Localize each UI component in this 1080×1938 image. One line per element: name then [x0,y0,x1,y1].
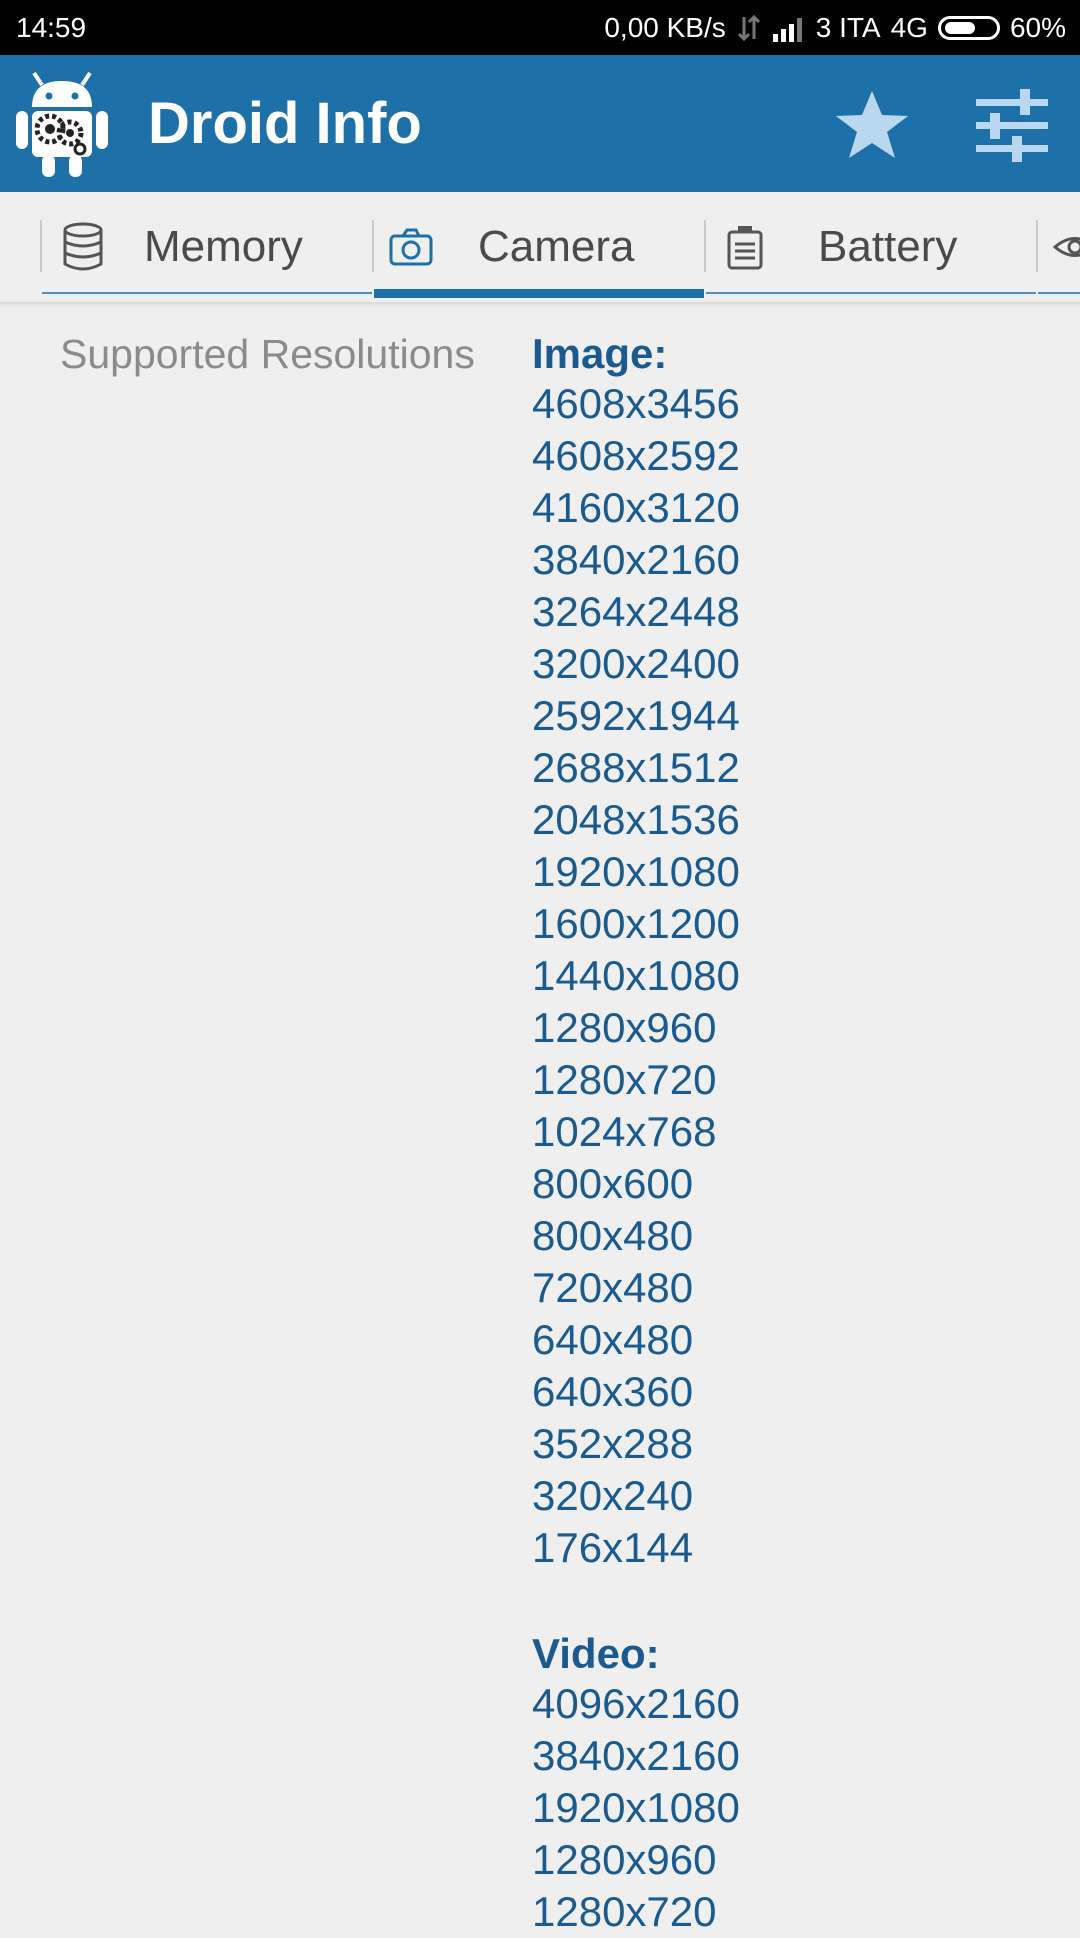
image-resolution-item: 2688x1512 [532,744,740,791]
battery-status-icon [937,15,1000,40]
image-resolution-item: 3264x2448 [532,588,740,635]
status-time: 14:59 [16,12,87,43]
tab-memory-label: Memory [144,222,303,271]
android-gears-logo-icon [16,71,108,177]
image-resolution-item: 720x480 [532,1264,694,1311]
tab-memory[interactable]: Memory [42,192,372,302]
image-resolution-item: 1280x720 [532,1056,717,1103]
image-resolution-item: 4608x2592 [532,432,740,479]
tab-memory-underline [42,292,372,294]
star-icon[interactable] [832,85,912,165]
image-resolution-item: 800x480 [532,1212,694,1259]
status-icons: 0,00 KB/s 3 ITA 4G 60% [604,0,1066,55]
video-resolution-item: 1920x1080 [532,1784,740,1831]
battery-icon [727,226,763,270]
image-resolution-item: 640x360 [532,1368,694,1415]
supported-resolutions-label: Supported Resolutions [60,331,475,377]
eye-icon [1052,237,1080,257]
image-resolution-item: 2592x1944 [532,692,740,739]
data-transfer-icon [736,13,762,43]
tab-battery-underline [706,292,1036,294]
video-resolutions: 4096x2160 3840x2160 1920x1080 1280x960 1280x… [532,1678,740,1938]
image-resolution-item: 352x288 [532,1420,694,1467]
video-resolution-item: 1280x720 [532,1888,717,1935]
image-resolutions: 4608x3456 4608x2592 4160x3120 3840x2160 3264… [532,378,740,1574]
image-resolution-item: 2048x1536 [532,796,740,843]
tab-next-underline [1038,292,1080,294]
video-resolution-item: 3840x2160 [532,1732,740,1779]
image-resolution-item: 3200x2400 [532,640,740,687]
tab-camera[interactable]: Camera [374,192,704,302]
tune-sliders-icon[interactable] [972,85,1052,165]
image-resolution-item: 640x480 [532,1316,694,1363]
database-icon [63,222,103,271]
tab-next-partial[interactable] [1038,192,1080,302]
image-resolution-item: 4608x3456 [532,380,740,427]
camera-icon [389,228,433,266]
signal-icon [772,14,806,42]
tab-camera-label: Camera [478,222,635,271]
tab-battery[interactable]: Battery [706,192,1036,302]
tab-bar-shadow [0,302,1080,308]
image-heading: Image: [532,330,668,377]
image-resolution-item: 1024x768 [532,1108,717,1155]
battery-percent: 60% [1009,12,1066,43]
image-resolution-item: 4160x3120 [532,484,740,531]
image-resolution-item: 1280x960 [532,1004,717,1051]
image-resolution-item: 320x240 [532,1472,694,1519]
tab-bar: Memory Camera Battery [0,192,1080,302]
network-type: 4G [890,12,928,43]
video-heading: Video: [532,1630,660,1677]
tab-camera-underline [374,289,704,298]
video-resolution-item: 1280x960 [532,1836,717,1883]
app-bar: Droid Info [0,55,1080,192]
image-resolution-item: 800x600 [532,1160,694,1207]
image-resolution-item: 176x144 [532,1524,694,1571]
resolutions-list: Image: 4608x3456 4608x2592 4160x3120 3840x2… [532,326,740,1938]
image-resolution-item: 3840x2160 [532,536,740,583]
image-resolution-item: 1600x1200 [532,900,740,947]
carrier-name: 3 ITA [815,12,881,43]
app-title: Droid Info [148,91,422,156]
status-bar: 14:59 0,00 KB/s 3 ITA 4G 60% [0,0,1080,55]
image-resolution-item: 1440x1080 [532,952,740,999]
video-resolution-item: 4096x2160 [532,1680,740,1727]
network-speed: 0,00 KB/s [604,12,726,43]
tab-battery-label: Battery [818,222,958,271]
image-resolution-item: 1920x1080 [532,848,740,895]
